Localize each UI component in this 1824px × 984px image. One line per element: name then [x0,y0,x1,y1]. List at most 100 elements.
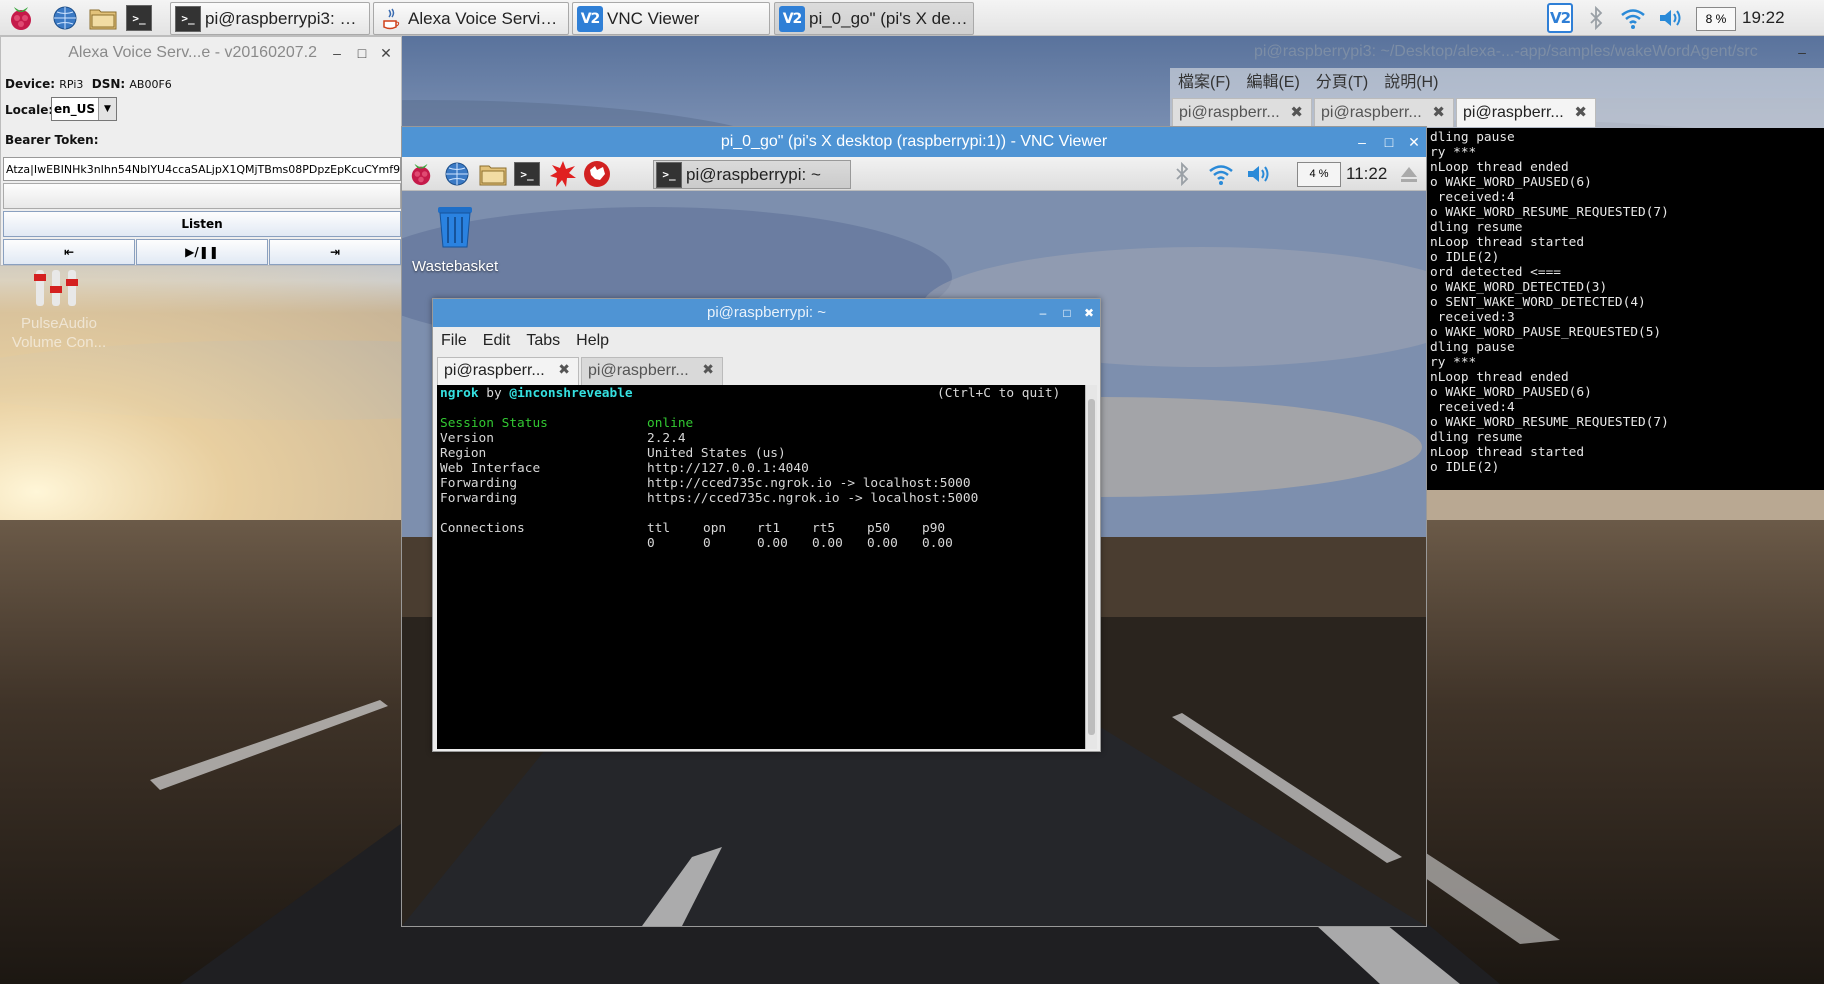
locale-select[interactable]: en_US ▼ [51,97,117,121]
volume-icon[interactable] [1656,3,1686,33]
menu-help[interactable]: Help [576,327,609,355]
terminal-scrollbar[interactable] [1085,385,1097,749]
tab-terminal-3[interactable]: pi@raspberr... ✖ [1456,98,1596,127]
remote-task-terminal[interactable]: >_ pi@raspberrypi: ~ [653,160,851,189]
task-alexa-voice-service[interactable]: Alexa Voice Service -... [373,2,569,35]
maximize-icon[interactable]: □ [1379,127,1399,157]
task-vnc-viewer[interactable]: V2 VNC Viewer [572,2,770,35]
next-button[interactable]: ⇥ [269,239,401,265]
cpu-monitor[interactable]: 8 % [1696,7,1736,31]
wolfram-icon[interactable] [582,159,612,189]
menu-edit[interactable]: 編輯(E) [1246,68,1299,98]
remote-desktop[interactable]: >_ >_ pi@raspberrypi: ~ 4 % 11:22 Wasteb… [402,157,1426,926]
web-browser-icon[interactable] [442,159,472,189]
listen-button[interactable]: Listen [3,211,401,237]
conn-header: rt5 [812,521,836,536]
terminal-line: nLoop thread ended [1430,160,1569,175]
tab-terminal-1[interactable]: pi@raspberr... ✖ [1172,98,1312,127]
conn-header: p50 [867,521,891,536]
bearer-token-label: Bearer Token: [5,133,99,147]
file-manager-icon[interactable] [88,3,118,33]
menu-edit[interactable]: Edit [483,327,511,355]
raspberry-menu-icon[interactable] [6,3,36,33]
ngrok-row-value: http://127.0.0.1:4040 [647,461,809,476]
terminal-line: received:3 [1430,310,1515,325]
clock[interactable]: 11:22 [1346,157,1387,191]
volume-icon[interactable] [1244,159,1274,189]
right-terminal-output[interactable]: dling pause ry *** nLoop thread ended o WAK… [1426,128,1824,490]
menu-tabs[interactable]: 分頁(T) [1316,68,1368,98]
eject-icon[interactable] [1397,159,1421,189]
locale-label: Locale: [5,103,54,117]
bluetooth-icon[interactable] [1586,3,1606,33]
terminal-tabs: pi@raspberr... ✖ pi@raspberr... ✖ [433,355,1100,385]
terminal-line: o WAKE_WORD_DETECTED(3) [1430,280,1608,295]
right-terminal-menubar: 檔案(F) 編輯(E) 分頁(T) 說明(H) [1170,68,1824,98]
conn-value: 0.00 [812,536,843,551]
pulseaudio-icon[interactable] [32,266,84,310]
terminal-line: dling resume [1430,430,1523,445]
minimize-icon[interactable]: – [1033,299,1053,327]
wifi-icon[interactable] [1206,159,1236,189]
terminal-menubar: File Edit Tabs Help [433,327,1100,355]
math-kernel-icon[interactable] [548,159,578,189]
alexa-window: Alexa Voice Serv...e - v20160207.2 – □ ✕… [0,36,402,266]
ngrok-row-value: http://cced735c.ngrok.io -> localhost:50… [647,476,971,491]
close-icon[interactable]: ✕ [376,37,396,69]
terminal-launcher-icon[interactable]: >_ [124,3,154,33]
close-icon[interactable]: ✕ [1404,127,1424,157]
java-icon [378,6,404,32]
terminal-line: o IDLE(2) [1430,250,1500,265]
file-manager-icon[interactable] [478,159,508,189]
alexa-titlebar[interactable]: Alexa Voice Serv...e - v20160207.2 – □ ✕ [1,37,401,69]
wastebasket-desktop-icon[interactable]: Wastebasket [412,203,498,275]
task-vnc-pi0-desktop[interactable]: V2 pi_0_go" (pi's X deskt... [774,2,974,35]
close-icon[interactable]: ✖ [1432,103,1445,121]
menu-file[interactable]: 檔案(F) [1178,68,1230,98]
tab-terminal-1[interactable]: pi@raspberr... ✖ [437,357,579,385]
connections-label: Connections [440,521,525,536]
vnc-server-tray-icon[interactable]: V2 [1542,3,1578,33]
conn-header: ttl [647,521,671,536]
menu-file[interactable]: File [441,327,467,355]
minimize-icon[interactable]: – [327,37,347,69]
vnc-titlebar[interactable]: pi_0_go" (pi's X desktop (raspberrypi:1)… [402,127,1426,157]
close-icon[interactable]: ✖ [1290,103,1303,121]
terminal-line: nLoop thread started [1430,235,1585,250]
raspberry-menu-icon[interactable] [406,159,436,189]
ngrok-terminal-window: pi@raspberrypi: ~ – □ ✖ File Edit Tabs H… [432,298,1101,752]
web-browser-icon[interactable] [50,3,80,33]
ngrok-row-label: Region [440,446,487,461]
menu-help[interactable]: 說明(H) [1384,68,1438,98]
clock[interactable]: 19:22 [1742,0,1785,36]
close-icon[interactable]: ✖ [1574,103,1587,121]
trash-icon [438,207,472,248]
menu-tabs[interactable]: Tabs [526,327,560,355]
minimize-icon[interactable]: – [1792,36,1812,68]
pulseaudio-label[interactable]: PulseAudio Volume Con... [4,314,114,352]
wifi-icon[interactable] [1618,3,1648,33]
right-terminal-titlebar[interactable]: pi@raspberrypi3: ~/Desktop/alexa-...-app… [1170,36,1824,68]
close-icon[interactable]: ✖ [1079,299,1099,327]
previous-button[interactable]: ⇤ [3,239,135,265]
close-icon[interactable]: ✖ [702,361,714,378]
terminal-line: received:4 [1430,400,1515,415]
conn-value: 0 [647,536,655,551]
maximize-icon[interactable]: □ [352,37,372,69]
close-icon[interactable]: ✖ [558,361,570,378]
scrollbar-thumb[interactable] [1088,399,1095,735]
terminal-line: dling resume [1430,220,1523,235]
tab-terminal-2[interactable]: pi@raspberr... ✖ [581,357,723,385]
bluetooth-icon[interactable] [1172,159,1192,189]
terminal-line: o SENT_WAKE_WORD_DETECTED(4) [1430,295,1646,310]
terminal-launcher-icon[interactable]: >_ [512,159,542,189]
tab-terminal-2[interactable]: pi@raspberr... ✖ [1314,98,1454,127]
minimize-icon[interactable]: – [1352,127,1372,157]
maximize-icon[interactable]: □ [1057,299,1077,327]
task-terminal-pi3[interactable]: >_ pi@raspberrypi3: ~/... [170,2,370,35]
play-pause-button[interactable]: ▶/❚❚ [136,239,268,265]
ngrok-output[interactable]: ngrok by @inconshreveable (Ctrl+C to qui… [437,385,1085,749]
cpu-monitor[interactable]: 4 % [1297,162,1341,187]
terminal-titlebar[interactable]: pi@raspberrypi: ~ – □ ✖ [433,299,1100,327]
bearer-token-field[interactable]: Atza|IwEBINHk3nIhn54NbIYU4ccaSALjpX1QMjT… [3,157,401,181]
